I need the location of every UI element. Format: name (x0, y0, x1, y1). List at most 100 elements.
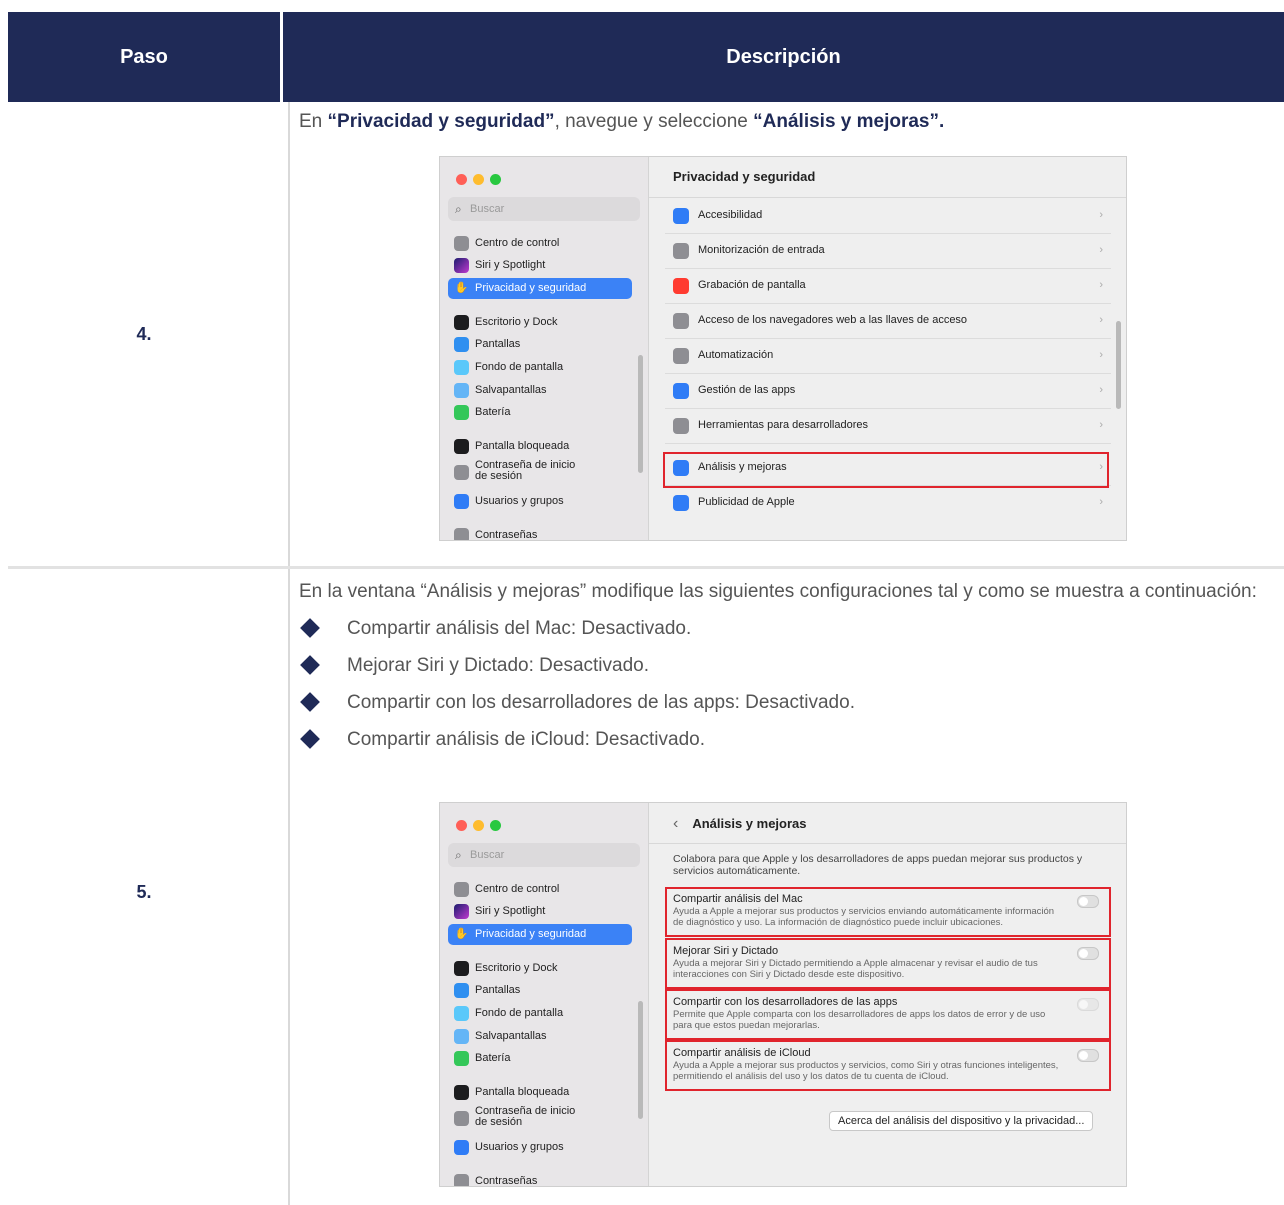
sidebar-item-privacy[interactable]: ✋ Privacidad y seguridad (448, 924, 632, 945)
wallpaper-icon (454, 360, 469, 375)
privacy-row[interactable]: Gestión de las apps › (665, 374, 1111, 409)
search-input[interactable]: ⌕ Buscar (448, 843, 640, 867)
diamond-bullet-icon (300, 692, 320, 712)
sidebar-item-label: Centro de control (475, 237, 560, 249)
sidebar-item-wallpaper[interactable]: Fondo de pantalla (448, 1003, 632, 1024)
sidebar-item-passwords[interactable]: Contraseñas (448, 525, 632, 540)
app-store-icon (673, 383, 689, 399)
page-title: ‹ Análisis y mejoras (673, 815, 807, 833)
sidebar-item-desktop-dock[interactable]: Escritorio y Dock (448, 958, 632, 979)
column-divider (288, 102, 290, 1205)
sidebar-item-label: Salvapantallas (475, 1030, 547, 1042)
displays-icon (454, 983, 469, 998)
screensaver-icon (454, 1029, 469, 1044)
bullet-item: Compartir análisis de iCloud: Desactivad… (299, 721, 1282, 758)
privacy-row[interactable]: Monitorización de entrada › (665, 234, 1111, 269)
password-icon (454, 1111, 469, 1126)
sidebar-item-label-line2: de sesión (475, 1116, 523, 1128)
sidebar-scrollbar[interactable] (638, 355, 643, 473)
sidebar-item-passwords[interactable]: Contraseñas (448, 1171, 632, 1186)
key-icon (454, 1174, 469, 1186)
minimize-window-icon[interactable] (473, 820, 484, 831)
header-step: Paso (120, 45, 168, 68)
close-window-icon[interactable] (456, 174, 467, 185)
row-label: Grabación de pantalla (698, 279, 806, 291)
sidebar-item-battery[interactable]: Batería (448, 402, 632, 423)
sidebar-item-lock-screen[interactable]: Pantalla bloqueada (448, 436, 632, 457)
sidebar-item-wallpaper[interactable]: Fondo de pantalla (448, 357, 632, 378)
sidebar-item-label: Usuarios y grupos (475, 495, 564, 507)
sidebar-item-displays[interactable]: Pantallas (448, 334, 632, 355)
password-icon (454, 465, 469, 480)
search-placeholder: Buscar (470, 849, 505, 861)
hand-icon: ✋ (454, 927, 469, 942)
zoom-window-icon[interactable] (490, 820, 501, 831)
sidebar-item-label-line2: de sesión (475, 470, 523, 482)
sidebar-item-screensaver[interactable]: Salvapantallas (448, 1026, 632, 1047)
step-number-4: 4. (136, 324, 152, 344)
row-label: Automatización (698, 349, 774, 361)
screen-recording-icon (673, 278, 689, 294)
privacy-main-panel: Privacidad y seguridad Accesibilidad › Mo… (649, 157, 1126, 540)
bullet-item: Compartir con los desarrolladores de las… (299, 684, 1282, 721)
sidebar: ⌕ Buscar Centro de control Siri y Spotlig… (440, 803, 649, 1186)
zoom-window-icon[interactable] (490, 174, 501, 185)
sidebar-item-privacy[interactable]: ✋ Privacidad y seguridad (448, 278, 632, 299)
automation-icon (673, 348, 689, 364)
bullet-text: Compartir con los desarrolladores de las… (347, 692, 855, 713)
dock-icon (454, 961, 469, 976)
title-divider (649, 197, 1126, 198)
keyboard-icon (673, 243, 689, 259)
privacy-row[interactable]: Herramientas para desarrolladores › (665, 409, 1111, 444)
close-window-icon[interactable] (456, 820, 467, 831)
privacy-row[interactable]: Automatización › (665, 339, 1111, 374)
sidebar-item-label: Usuarios y grupos (475, 1141, 564, 1153)
bullet-item: Mejorar Siri y Dictado: Desactivado. (299, 647, 1282, 684)
about-privacy-button[interactable]: Acerca del análisis del dispositivo y la… (829, 1111, 1094, 1131)
sidebar-item-control-center[interactable]: Centro de control (448, 879, 632, 900)
settings-bullet-list: Compartir análisis del Mac: Desactivado.… (299, 610, 1282, 758)
sidebar-item-users[interactable]: Usuarios y grupos (448, 491, 632, 512)
step5-paragraph: En la ventana “Análisis y mejoras” modif… (299, 581, 1257, 602)
sidebar-item-label: Privacidad y seguridad (475, 928, 587, 940)
sidebar-item-battery[interactable]: Batería (448, 1048, 632, 1069)
main-scrollbar[interactable] (1116, 321, 1121, 409)
back-chevron-icon[interactable]: ‹ (673, 815, 678, 832)
sidebar-item-users[interactable]: Usuarios y grupos (448, 1137, 632, 1158)
privacy-row[interactable]: Grabación de pantalla › (665, 269, 1111, 304)
window-traffic-lights (456, 818, 507, 836)
developer-tools-icon (673, 418, 689, 434)
sidebar-item-login-password[interactable]: Contraseña de inicio de sesión (448, 460, 632, 484)
sidebar-item-control-center[interactable]: Centro de control (448, 233, 632, 254)
sidebar-item-login-password[interactable]: Contraseña de inicio de sesión (448, 1106, 632, 1130)
search-input[interactable]: ⌕ Buscar (448, 197, 640, 221)
step-4-description: En “Privacidad y seguridad”, navegue y s… (299, 108, 1282, 136)
minimize-window-icon[interactable] (473, 174, 484, 185)
sidebar-item-label: Fondo de pantalla (475, 1007, 564, 1019)
search-icon: ⌕ (455, 202, 462, 216)
sidebar-item-desktop-dock[interactable]: Escritorio y Dock (448, 312, 632, 333)
sidebar-item-label: Pantallas (475, 338, 521, 350)
row-divider (8, 566, 1284, 569)
sidebar-item-siri[interactable]: Siri y Spotlight (448, 901, 632, 922)
highlight-box (665, 938, 1111, 989)
sidebar-item-siri[interactable]: Siri y Spotlight (448, 255, 632, 276)
bullet-text: Compartir análisis del Mac: Desactivado. (347, 618, 692, 639)
chevron-right-icon: › (1099, 349, 1103, 361)
step4-bold-privacy: “Privacidad y seguridad” (327, 111, 555, 132)
battery-icon (454, 405, 469, 420)
title-divider (649, 843, 1126, 844)
step4-bold-analysis: “Análisis y mejoras”. (753, 111, 945, 132)
row-label: Publicidad de Apple (698, 496, 795, 508)
sidebar-item-label: Escritorio y Dock (475, 316, 558, 328)
highlight-box (663, 452, 1109, 488)
bullet-text: Mejorar Siri y Dictado: Desactivado. (347, 655, 649, 676)
sidebar-item-displays[interactable]: Pantallas (448, 980, 632, 1001)
sidebar-item-lock-screen[interactable]: Pantalla bloqueada (448, 1082, 632, 1103)
sidebar-item-screensaver[interactable]: Salvapantallas (448, 380, 632, 401)
privacy-row[interactable]: Publicidad de Apple › (665, 486, 1111, 520)
row-label: Accesibilidad (698, 209, 763, 221)
privacy-row[interactable]: Acceso de los navegadores web a las llav… (665, 304, 1111, 339)
sidebar-scrollbar[interactable] (638, 1001, 643, 1119)
privacy-row[interactable]: Accesibilidad › (665, 199, 1111, 234)
